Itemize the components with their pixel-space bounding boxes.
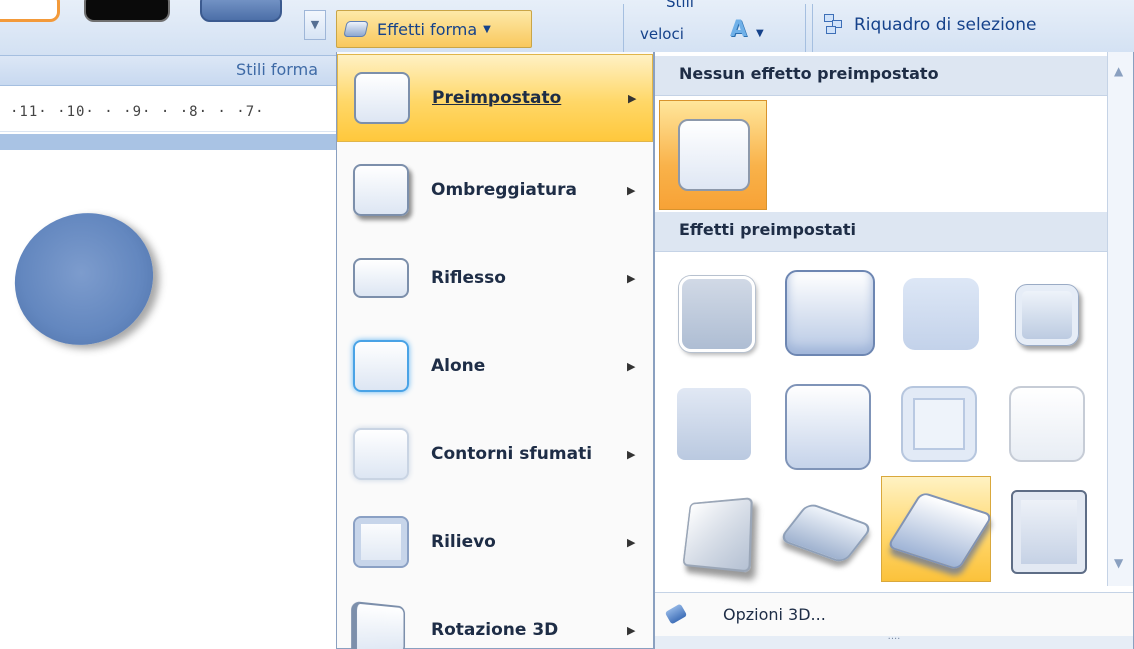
preset-tile-8[interactable] — [989, 366, 1099, 472]
preset-tile-none[interactable] — [659, 100, 767, 210]
glow-icon — [353, 340, 409, 392]
ribbon: ▼ Effetti forma ▼ Stili veloci A ▼ Riqua… — [0, 0, 1134, 56]
selection-pane-button[interactable]: Riquadro di selezione — [824, 14, 1036, 36]
shape-effects-icon — [343, 21, 369, 37]
scroll-down-icon[interactable]: ▼ — [1114, 556, 1123, 570]
preset-tile-7[interactable] — [879, 366, 989, 472]
chevron-down-icon: ▼ — [483, 23, 491, 35]
preset-tile-5[interactable] — [659, 366, 769, 472]
no-preset-icon — [678, 119, 750, 191]
preset-tile-1[interactable] — [659, 256, 769, 362]
menu-item-label: Contorni sfumati — [431, 444, 593, 464]
section-header-no-preset: Nessun effetto preimpostato — [655, 56, 1107, 96]
menu-item-reflection[interactable]: Riflesso ▶ — [337, 234, 653, 322]
quick-styles-button[interactable]: Stili veloci A ▼ — [640, 0, 764, 43]
submenu-arrow-icon: ▶ — [627, 623, 636, 637]
ribbon-separator — [805, 4, 806, 52]
bevel-icon — [353, 516, 409, 568]
shape-style-swatch-blue[interactable] — [200, 0, 282, 22]
shape-style-swatch-black[interactable] — [84, 0, 170, 22]
preset-tile-6[interactable] — [769, 366, 879, 472]
preset-2-icon — [785, 270, 875, 356]
scroll-down-icon: ▼ — [310, 18, 320, 31]
preset-5-icon — [677, 388, 751, 460]
menu-item-label: Rilievo — [431, 532, 496, 552]
menu-item-bevel[interactable]: Rilievo ▶ — [337, 498, 653, 586]
preset-tile-11[interactable] — [881, 476, 994, 582]
shape-effects-label: Effetti forma — [377, 19, 478, 39]
submenu-scrollbar[interactable]: ▲ ▼ — [1107, 52, 1133, 586]
submenu-arrow-icon: ▶ — [628, 91, 637, 105]
preset-tile-10[interactable] — [769, 476, 879, 582]
shadow-icon — [353, 164, 409, 216]
submenu-arrow-icon: ▶ — [627, 271, 636, 285]
preset-3-icon — [903, 278, 979, 350]
section-header-presets: Effetti preimpostati — [655, 212, 1107, 252]
3d-options-item[interactable]: Opzioni 3D... — [655, 592, 1133, 636]
group-label: Stili forma — [236, 60, 318, 79]
menu-item-3d-rotation[interactable]: Rotazione 3D ▶ — [337, 586, 653, 649]
ruler: ·11· ·10· · ·9· · ·8· · ·7· — [0, 96, 336, 132]
preset-tile-12[interactable] — [989, 476, 1099, 582]
preset-10-icon — [778, 501, 874, 565]
menu-item-label: Preimpostato — [432, 88, 562, 108]
preset-tile-9[interactable] — [659, 476, 769, 582]
preset-tile-3[interactable] — [879, 256, 989, 362]
ruler-strip — [0, 134, 336, 150]
3d-options-icon — [664, 602, 689, 627]
soft-edges-icon — [353, 428, 409, 480]
quick-styles-label-line2: veloci — [640, 25, 684, 43]
submenu-arrow-icon: ▶ — [627, 359, 636, 373]
submenu-arrow-icon: ▶ — [627, 447, 636, 461]
gallery-more-button[interactable]: ▼ — [304, 10, 326, 40]
preset-8-icon — [1009, 386, 1085, 462]
preset-tile-4[interactable] — [989, 256, 1099, 362]
ribbon-separator — [812, 4, 813, 52]
preset-7-icon — [901, 386, 977, 462]
preset-4-icon — [1015, 284, 1079, 346]
document-oval-shape[interactable] — [0, 190, 175, 368]
resize-grip[interactable]: ···· — [655, 635, 1133, 649]
scroll-up-icon[interactable]: ▲ — [1114, 64, 1123, 78]
wordart-letter-icon: A — [730, 17, 748, 42]
group-label-bar: Stili forma — [0, 56, 336, 86]
selection-pane-label: Riquadro di selezione — [854, 15, 1037, 35]
preset-tile-2[interactable] — [769, 256, 879, 362]
menu-item-preset[interactable]: Preimpostato ▶ — [337, 54, 653, 142]
submenu-arrow-icon: ▶ — [627, 183, 636, 197]
preset-11-icon — [886, 491, 994, 571]
submenu-arrow-icon: ▶ — [627, 535, 636, 549]
menu-item-soft-edges[interactable]: Contorni sfumati ▶ — [337, 410, 653, 498]
chevron-down-icon: ▼ — [756, 28, 764, 39]
menu-item-glow[interactable]: Alone ▶ — [337, 322, 653, 410]
quick-styles-label-line1: Stili — [666, 0, 694, 10]
shape-effects-button[interactable]: Effetti forma ▼ — [336, 10, 532, 48]
ribbon-separator — [623, 4, 624, 52]
menu-item-label: Rotazione 3D — [431, 620, 559, 640]
preset-12-icon — [1011, 490, 1087, 574]
shape-effects-menu: Preimpostato ▶ Ombreggiatura ▶ Riflesso … — [336, 52, 654, 649]
menu-item-label: Riflesso — [431, 268, 506, 288]
3d-options-label: Opzioni 3D... — [723, 605, 826, 624]
shape-style-swatch-orange[interactable] — [0, 0, 60, 22]
selection-pane-icon — [824, 14, 848, 36]
reflection-icon — [353, 258, 409, 298]
preset-submenu: Nessun effetto preimpostato Effetti prei… — [654, 52, 1134, 649]
menu-item-shadow[interactable]: Ombreggiatura ▶ — [337, 146, 653, 234]
preset-1-icon — [679, 276, 755, 352]
preset-icon — [354, 72, 410, 124]
preset-9-icon — [682, 497, 753, 573]
menu-item-label: Ombreggiatura — [431, 180, 577, 200]
preset-6-icon — [785, 384, 871, 470]
3d-rotation-icon — [351, 600, 406, 649]
menu-item-label: Alone — [431, 356, 486, 376]
